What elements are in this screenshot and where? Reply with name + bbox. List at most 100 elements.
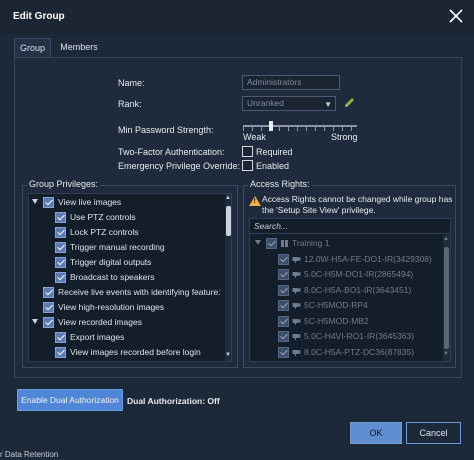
privilege-label: View recorded images — [58, 317, 142, 327]
name-input[interactable]: Administrators — [242, 75, 340, 90]
access-right-checkbox — [278, 269, 289, 280]
access-right-item: Training 1 — [250, 237, 442, 251]
privilege-checkbox[interactable] — [55, 257, 66, 268]
dual-authorization-status: Dual Authorization: Off — [127, 396, 220, 406]
access-right-checkbox — [278, 331, 289, 342]
privilege-item[interactable]: Use PTZ controls — [29, 211, 223, 225]
camera-icon — [292, 318, 301, 325]
privilege-item[interactable]: Broadcast to speakers — [29, 271, 223, 285]
expand-triangle-icon[interactable] — [32, 319, 38, 324]
privilege-label: Export images — [70, 332, 125, 342]
privileges-scroll-thumb[interactable] — [226, 206, 231, 236]
privilege-label: View live images — [58, 197, 122, 207]
privilege-item[interactable]: Export images — [29, 331, 223, 345]
privilege-label: Trigger digital outputs — [70, 257, 152, 267]
close-icon[interactable] — [447, 7, 465, 25]
two-factor-option: Required — [256, 147, 293, 157]
privilege-checkbox[interactable] — [55, 242, 66, 253]
privilege-item[interactable]: View live images — [29, 196, 223, 210]
tab-members[interactable]: Members — [54, 38, 104, 58]
access-scrollbar[interactable]: ▲ ▼ — [443, 235, 450, 361]
edit-pencil-icon[interactable] — [342, 96, 356, 110]
privilege-item[interactable]: Receive live events with identifying fea… — [29, 286, 223, 300]
slider-ticks — [243, 127, 357, 131]
tab-group[interactable]: Group — [14, 38, 51, 58]
privilege-checkbox[interactable] — [55, 272, 66, 283]
privilege-label: Trigger manual recording — [70, 242, 165, 252]
privilege-label: Broadcast to speakers — [70, 272, 155, 282]
privileges-scrollbar[interactable]: ▲ ▼ — [225, 194, 231, 361]
chevron-down-icon: ▼ — [324, 100, 332, 109]
scroll-up-icon[interactable]: ▲ — [443, 236, 449, 242]
access-right-checkbox — [278, 253, 289, 265]
access-warning-line2: the 'Setup Site View' privilege. — [262, 205, 376, 215]
privilege-item[interactable]: Trigger digital outputs — [29, 256, 223, 270]
edit-group-dialog: Edit Group Group Members Name: Administr… — [0, 0, 474, 460]
access-right-item: 8.0C-H5A-BO1-IR(3643451) — [250, 284, 442, 298]
privilege-checkbox[interactable] — [55, 347, 66, 358]
privileges-legend: Group Privileges: — [27, 179, 101, 189]
privilege-checkbox[interactable] — [43, 287, 54, 298]
access-right-label: Training 1 — [292, 238, 330, 248]
privileges-list: ▲ ▼ View live images Use PTZ controls Lock… — [28, 193, 232, 362]
privilege-checkbox[interactable] — [55, 212, 66, 223]
camera-icon — [292, 256, 301, 263]
camera-icon — [292, 287, 301, 294]
privilege-label: View images recorded before login — [70, 347, 201, 357]
expand-triangle-icon — [255, 240, 261, 245]
privilege-label: View high-resolution images — [58, 302, 165, 312]
access-right-checkbox — [278, 284, 289, 296]
privilege-label: Receive live events with identifying fea… — [58, 287, 221, 297]
privilege-checkbox[interactable] — [55, 227, 66, 238]
enable-dual-authorization-button[interactable]: Enable Dual Authorization — [17, 389, 123, 411]
privilege-label: Lock PTZ controls — [70, 227, 139, 237]
password-strength-slider[interactable] — [243, 121, 357, 131]
access-rights-list: Search... ▲ ▼ Training 1 12.0W-H5A-FE-DO1… — [249, 218, 451, 362]
access-right-checkbox — [278, 300, 289, 311]
privilege-item[interactable]: View images recorded before login — [29, 346, 223, 360]
access-right-item: 5.0C-H5M-DO1-IR(2865494) — [250, 268, 442, 282]
two-factor-label: Two-Factor Authentication: — [118, 147, 225, 157]
rank-selected-value: Unranked — [247, 98, 284, 108]
camera-icon — [292, 272, 301, 278]
ok-button[interactable]: OK — [350, 422, 402, 444]
camera-icon — [292, 349, 301, 356]
camera-icon — [292, 303, 301, 309]
access-right-label: 8.0C-H5A-PTZ-DC36(87835) — [304, 346, 415, 357]
two-factor-checkbox[interactable] — [242, 146, 253, 157]
access-right-checkbox — [266, 238, 277, 249]
privilege-checkbox[interactable] — [43, 197, 54, 208]
privilege-checkbox[interactable] — [43, 302, 54, 313]
privilege-item[interactable]: Lock PTZ controls — [29, 226, 223, 240]
scroll-up-icon[interactable]: ▲ — [225, 195, 231, 201]
emergency-label: Emergency Privilege Override: — [118, 161, 241, 171]
title-bar: Edit Group — [0, 0, 474, 34]
access-right-label: 5C-H5MOD-RP4 — [304, 300, 368, 310]
access-rights-legend: Access Rights: — [248, 179, 312, 189]
access-scroll-thumb[interactable] — [444, 247, 449, 349]
slider-thumb[interactable] — [269, 121, 273, 131]
privilege-checkbox[interactable] — [43, 317, 54, 328]
scroll-down-icon[interactable]: ▼ — [225, 352, 231, 358]
privilege-checkbox[interactable] — [55, 332, 66, 343]
emergency-checkbox[interactable] — [242, 160, 253, 171]
name-label: Name: — [118, 78, 145, 88]
slider-strong-label: Strong — [331, 132, 358, 142]
access-search-input[interactable]: Search... — [250, 219, 450, 234]
slider-weak-label: Weak — [243, 132, 266, 142]
rank-select[interactable]: Unranked ▼ — [242, 96, 336, 111]
access-right-checkbox — [278, 315, 289, 327]
access-warning-line1: Access Rights cannot be changed while gr… — [262, 194, 453, 204]
access-right-checkbox — [278, 346, 289, 358]
access-right-label: 8.0C-H5A-BO1-IR(3643451) — [304, 284, 412, 295]
privilege-item[interactable]: Trigger manual recording — [29, 241, 223, 255]
access-right-item: 5C-H5MOD-MB2 — [250, 315, 442, 329]
expand-triangle-icon[interactable] — [32, 199, 38, 204]
scroll-down-icon[interactable]: ▼ — [443, 351, 449, 357]
privilege-item[interactable]: View recorded images — [29, 316, 223, 330]
cancel-button[interactable]: Cancel — [406, 422, 461, 444]
access-right-item: 12.0W-H5A-FE-DO1-IR(3429308) — [250, 253, 442, 267]
privilege-item[interactable]: View high-resolution images — [29, 301, 223, 315]
dialog-title: Edit Group — [13, 11, 65, 22]
privilege-label: Use PTZ controls — [70, 212, 136, 222]
